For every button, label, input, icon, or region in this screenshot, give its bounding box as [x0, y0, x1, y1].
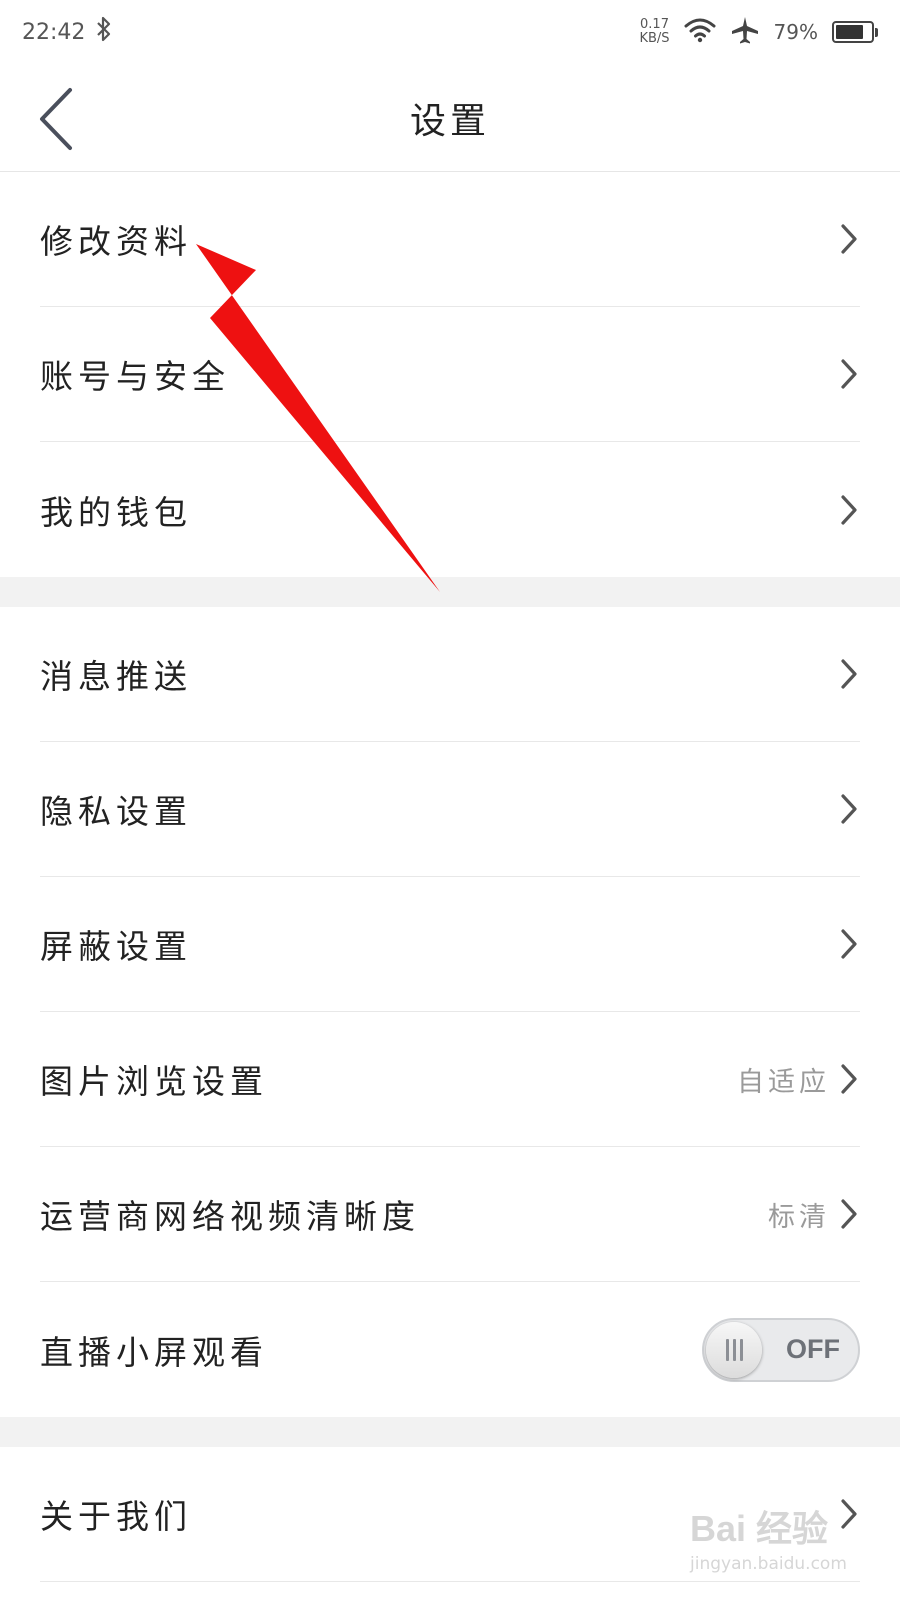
settings-item-block-settings[interactable]: 屏蔽设置: [40, 877, 860, 1012]
chevron-right-icon: [838, 493, 860, 527]
settings-item-privacy[interactable]: 隐私设置: [40, 742, 860, 877]
chevron-right-icon: [838, 792, 860, 826]
chevron-right-icon: [838, 657, 860, 691]
settings-item-image-browsing[interactable]: 图片浏览设置 自适应: [40, 1012, 860, 1147]
settings-item-live-mini-screen: 直播小屏观看 OFF: [40, 1282, 860, 1417]
battery-fill: [836, 25, 863, 39]
chevron-right-icon: [838, 1197, 860, 1231]
settings-item-value: 标清: [768, 1201, 830, 1233]
settings-item-label: 消息推送: [40, 657, 192, 696]
settings-item-push-notifications[interactable]: 消息推送: [40, 607, 860, 742]
settings-item-label: 隐私设置: [40, 792, 192, 831]
bluetooth-icon: [95, 16, 113, 48]
status-time: 22:42: [22, 19, 86, 45]
status-right: 0.17 KB/S 79%: [639, 15, 878, 50]
settings-item-label: 屏蔽设置: [40, 927, 192, 966]
settings-item-label: 直播小屏观看: [40, 1332, 268, 1372]
wifi-icon: [684, 17, 716, 48]
baidu-watermark: Bai 经验 jingyan.baidu.com: [690, 1500, 870, 1590]
net-speed: 0.17 KB/S: [639, 18, 669, 46]
page-title: 设置: [409, 101, 490, 142]
settings-item-label: 运营商网络视频清晰度: [40, 1197, 420, 1236]
net-speed-value: 0.17: [640, 17, 669, 32]
watermark-brand: Bai 经验: [690, 1508, 829, 1549]
settings-item-label: 账号与安全: [40, 357, 230, 396]
settings-item-label: 图片浏览设置: [40, 1062, 268, 1101]
live-mini-screen-toggle[interactable]: OFF: [702, 1317, 860, 1382]
chevron-right-icon: [838, 357, 860, 391]
settings-item-account-security[interactable]: 账号与安全: [40, 307, 860, 442]
chevron-right-icon: [838, 1062, 860, 1096]
watermark-url: jingyan.baidu.com: [690, 1554, 847, 1574]
battery-icon: [832, 21, 878, 43]
section-divider: [0, 577, 900, 607]
settings-section-preferences: 消息推送 隐私设置 屏蔽设置 图片浏览设置 自适应 运营商网络视频清晰度 标清 …: [0, 607, 900, 1417]
settings-item-value: 自适应: [737, 1066, 830, 1098]
settings-item-video-quality[interactable]: 运营商网络视频清晰度 标清: [40, 1147, 860, 1282]
airplane-icon: [730, 15, 760, 50]
toggle-knob: [706, 1321, 762, 1378]
status-bar: 22:42 0.17 KB/S 79%: [0, 0, 900, 64]
chevron-right-icon: [838, 927, 860, 961]
settings-item-edit-profile[interactable]: 修改资料: [40, 172, 860, 307]
battery-percent: 79%: [773, 20, 818, 44]
chevron-right-icon: [838, 222, 860, 256]
settings-section-account: 修改资料 账号与安全 我的钱包: [0, 172, 900, 577]
status-left: 22:42: [22, 16, 113, 48]
settings-item-label: 修改资料: [40, 222, 192, 261]
settings-item-wallet[interactable]: 我的钱包: [40, 442, 860, 577]
section-divider: [0, 1417, 900, 1447]
net-speed-unit: KB/S: [639, 31, 670, 46]
toggle-state-text: OFF: [786, 1333, 840, 1364]
settings-item-label: 我的钱包: [40, 492, 192, 532]
nav-bar: 设置: [0, 64, 900, 172]
